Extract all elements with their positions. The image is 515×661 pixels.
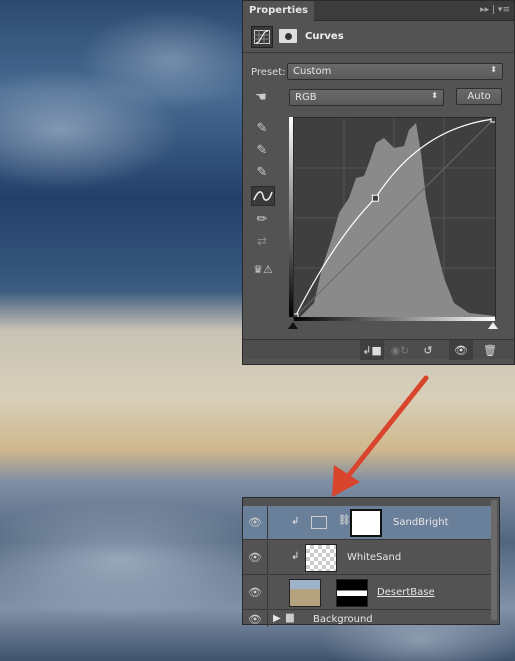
- input-gradient-bar: [294, 317, 495, 321]
- curves-graph[interactable]: [291, 115, 498, 321]
- visibility-eye-icon[interactable]: 👁: [243, 506, 268, 539]
- curve-control-point[interactable]: [371, 194, 379, 202]
- channel-value: RGB: [295, 92, 317, 103]
- visibility-eye-icon[interactable]: 👁: [243, 541, 268, 574]
- curves-layer-icon: [311, 516, 327, 529]
- midtones-eyedropper-icon[interactable]: ✎: [252, 139, 272, 161]
- clip-arrow-icon: ↲: [291, 551, 300, 562]
- preset-label: Preset:: [251, 67, 286, 78]
- layer-name[interactable]: Background: [313, 614, 373, 625]
- visibility-eye-icon[interactable]: 👁: [243, 576, 268, 609]
- black-point-slider[interactable]: [288, 322, 298, 329]
- visibility-eye-icon[interactable]: 👁: [243, 611, 268, 627]
- curve-control-point[interactable]: [490, 115, 498, 123]
- layer-name[interactable]: DesertBase: [377, 587, 435, 598]
- layer-row-sandbright[interactable]: 👁 ↲ ⛓ SandBright: [243, 506, 491, 540]
- view-previous-state-button[interactable]: ◉↻: [388, 340, 412, 360]
- channel-dropdown[interactable]: RGB ⬍: [289, 89, 444, 106]
- shadows-eyedropper-icon[interactable]: ✎: [252, 117, 272, 139]
- toggle-visibility-button[interactable]: 👁: [449, 340, 473, 360]
- adjustment-header: Curves: [243, 21, 514, 53]
- layer-mask-thumbnail[interactable]: [350, 509, 382, 537]
- link-icon[interactable]: ⛓: [338, 515, 351, 526]
- white-point-slider[interactable]: [488, 322, 498, 329]
- highlights-eyedropper-icon[interactable]: ✎: [252, 161, 272, 183]
- mask-icon[interactable]: [279, 29, 297, 43]
- curves-adjustment-icon[interactable]: [251, 26, 273, 48]
- panel-menu-icon[interactable]: ▸▸ | ▾≡: [480, 5, 510, 15]
- smooth-curve-icon[interactable]: ⇄: [252, 231, 272, 251]
- adjustment-title: Curves: [305, 31, 344, 42]
- output-gradient-bar: [289, 117, 293, 317]
- layer-row-background[interactable]: 👁 ▶ ▆ Background: [243, 611, 491, 627]
- annotation-arrow: [332, 375, 429, 497]
- layer-mask-thumbnail[interactable]: [336, 579, 368, 607]
- layers-panel: 👁 ↲ ⛓ SandBright 👁 ↲ WhiteSand 👁 DesertB…: [242, 497, 500, 627]
- reset-button[interactable]: ↺: [416, 340, 440, 360]
- layer-name[interactable]: SandBright: [393, 517, 449, 528]
- dropdown-arrows-icon: ⬍: [431, 91, 438, 100]
- curve-points-tool-icon[interactable]: [251, 186, 275, 206]
- delete-button[interactable]: 🗑: [478, 340, 502, 360]
- curves-graph-svg[interactable]: [291, 115, 498, 321]
- tab-properties[interactable]: Properties: [243, 1, 314, 21]
- clip-arrow-icon: ↲: [291, 516, 300, 527]
- layers-scrollbar[interactable]: [491, 500, 497, 620]
- panel-tabbar: Properties ▸▸ | ▾≡: [243, 1, 514, 21]
- dropdown-arrows-icon: ⬍: [490, 65, 497, 74]
- expand-arrow-icon[interactable]: ▶: [273, 613, 281, 624]
- properties-panel: Properties ▸▸ | ▾≡ Curves Preset: Custom…: [242, 0, 515, 365]
- histogram: [299, 123, 495, 318]
- folder-icon: ▆: [286, 612, 294, 623]
- targeted-adjustment-hand-icon[interactable]: ☚: [251, 88, 271, 106]
- layer-row-whitesand[interactable]: 👁 ↲ WhiteSand: [243, 541, 491, 575]
- layer-name[interactable]: WhiteSand: [347, 552, 401, 563]
- panel-footer: ↲■ ◉↻ ↺ 👁 🗑: [243, 339, 514, 360]
- preset-dropdown[interactable]: Custom ⬍: [287, 63, 503, 80]
- pencil-tool-icon[interactable]: ✏: [252, 209, 272, 229]
- clip-to-layer-button[interactable]: ↲■: [360, 340, 384, 360]
- layer-row-desertbase[interactable]: 👁 DesertBase: [243, 576, 491, 610]
- auto-button[interactable]: Auto: [456, 88, 502, 105]
- layer-thumbnail[interactable]: [305, 544, 337, 572]
- clipping-warning-icon[interactable]: ♛⚠: [251, 259, 275, 279]
- smart-object-thumbnail[interactable]: [289, 579, 321, 607]
- preset-value: Custom: [293, 66, 332, 77]
